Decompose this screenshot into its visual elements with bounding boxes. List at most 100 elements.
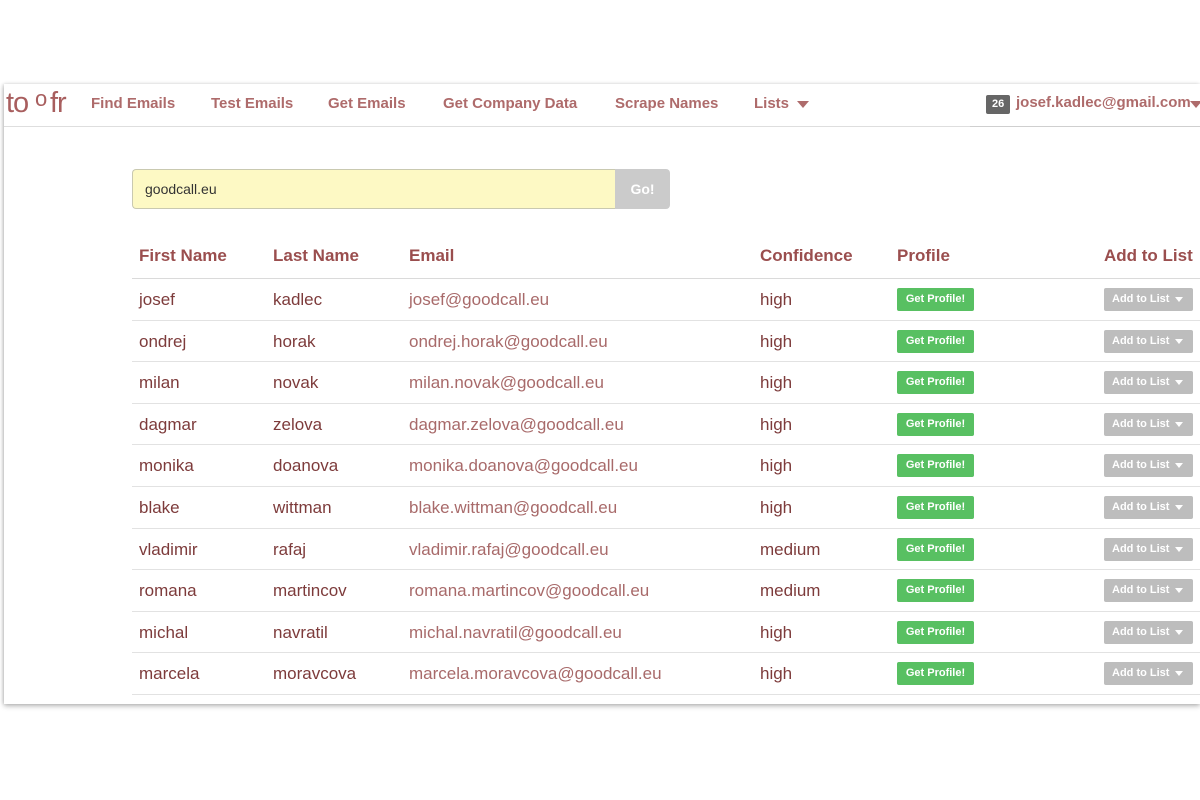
email-link[interactable]: michal.navratil@goodcall.eu bbox=[409, 623, 622, 643]
first-name-cell: vladimir bbox=[139, 539, 198, 559]
email-link[interactable]: marcela.moravcova@goodcall.eu bbox=[409, 664, 662, 684]
add-to-list-dropdown[interactable]: Add to List bbox=[1104, 329, 1193, 353]
table-row: romana martincov romana.martincov@goodcall… bbox=[132, 570, 1200, 612]
chevron-down-icon bbox=[1175, 380, 1183, 386]
add-to-list-label: Add to List bbox=[1112, 667, 1170, 680]
table-row: blake wittman blake.wittman@goodcall.eu hig… bbox=[132, 487, 1200, 529]
nav-lists-dropdown[interactable]: Lists bbox=[754, 95, 810, 112]
chevron-down-icon bbox=[797, 100, 810, 108]
toofr-logo[interactable]: to o fr toofr bbox=[6, 86, 72, 126]
email-link[interactable]: milan.novak@goodcall.eu bbox=[409, 373, 604, 393]
add-to-list-dropdown[interactable]: Add to List bbox=[1104, 537, 1193, 561]
add-to-list-dropdown[interactable]: Add to List bbox=[1104, 495, 1193, 519]
last-name-cell: novak bbox=[273, 373, 319, 393]
nav-get-emails[interactable]: Get Emails bbox=[328, 95, 406, 112]
add-to-list-dropdown[interactable]: Add to List bbox=[1104, 371, 1193, 395]
last-name-cell: zelova bbox=[273, 414, 323, 434]
first-name-cell: romana bbox=[139, 581, 197, 601]
email-link[interactable]: dagmar.zelova@goodcall.eu bbox=[409, 415, 624, 435]
add-to-list-label: Add to List bbox=[1112, 376, 1170, 389]
nav-lists-label: Lists bbox=[754, 95, 790, 112]
results-table-body: josef kadlec josef@goodcall.eu high Get Prof… bbox=[132, 279, 1200, 695]
domain-search-input[interactable] bbox=[132, 169, 616, 209]
add-to-list-label: Add to List bbox=[1112, 293, 1170, 305]
table-row: josef kadlec josef@goodcall.eu high Get Prof… bbox=[132, 279, 1200, 321]
email-link[interactable]: ondrej.horak@goodcall.eu bbox=[409, 332, 608, 352]
last-name-cell: wittman bbox=[273, 497, 332, 517]
table-row: dagmar zelova dagmar.zelova@goodcall.eu hig… bbox=[132, 404, 1200, 446]
add-to-list-label: Add to List bbox=[1112, 334, 1170, 347]
logo-wordmark: to o fr bbox=[6, 86, 68, 119]
chevron-down-icon bbox=[1175, 297, 1183, 302]
confidence-cell: medium bbox=[760, 539, 821, 559]
table-row: marcela moravcova marcela.moravcova@goodca… bbox=[132, 653, 1200, 695]
get-profile-button[interactable]: Get Profile! bbox=[897, 620, 974, 644]
nav-test-emails[interactable]: Test Emails bbox=[211, 95, 293, 112]
column-header-add-to-list: Add to List bbox=[1104, 246, 1193, 265]
get-profile-button[interactable]: Get Profile! bbox=[897, 495, 974, 519]
first-name-cell: blake bbox=[139, 497, 180, 517]
confidence-cell: high bbox=[760, 622, 793, 642]
nav-scrape-names[interactable]: Scrape Names bbox=[615, 95, 718, 112]
confidence-cell: high bbox=[760, 664, 793, 684]
column-header-confidence: Confidence bbox=[760, 246, 853, 265]
first-name-cell: dagmar bbox=[139, 414, 197, 434]
first-name-cell: ondrej bbox=[139, 331, 187, 351]
credit-count-badge: 26 bbox=[986, 95, 1011, 114]
table-row: vladimir rafaj vladimir.rafaj@goodcall.eu m… bbox=[132, 529, 1200, 571]
table-row: ondrej horak ondrej.horak@goodcall.eu high G… bbox=[132, 321, 1200, 363]
chevron-down-icon bbox=[1175, 546, 1183, 552]
nav-get-company-data[interactable]: Get Company Data bbox=[443, 95, 577, 112]
first-name-cell: josef bbox=[139, 290, 175, 309]
confidence-cell: high bbox=[760, 497, 793, 517]
last-name-cell: martincov bbox=[273, 581, 347, 601]
get-profile-button[interactable]: Get Profile! bbox=[897, 662, 974, 686]
chevron-down-icon bbox=[1175, 629, 1183, 635]
column-header-last-name: Last Name bbox=[273, 246, 359, 265]
add-to-list-label: Add to List bbox=[1112, 500, 1170, 513]
get-profile-button[interactable]: Get Profile! bbox=[897, 537, 974, 561]
user-menu[interactable]: 26 josef.kadlec@gmail.com bbox=[970, 84, 1200, 127]
email-link[interactable]: blake.wittman@goodcall.eu bbox=[409, 498, 617, 518]
table-row: michal navratil michal.navratil@goodcall.e… bbox=[132, 612, 1200, 654]
add-to-list-label: Add to List bbox=[1112, 417, 1170, 430]
confidence-cell: high bbox=[760, 331, 793, 351]
confidence-cell: high bbox=[760, 373, 793, 393]
get-profile-button[interactable]: Get Profile! bbox=[897, 454, 974, 478]
confidence-cell: high bbox=[760, 414, 793, 434]
chevron-down-icon bbox=[1190, 101, 1200, 108]
confidence-cell: high bbox=[760, 290, 793, 309]
nav-find-emails[interactable]: Find Emails bbox=[91, 95, 175, 112]
add-to-list-dropdown[interactable]: Add to List bbox=[1104, 662, 1193, 686]
add-to-list-label: Add to List bbox=[1112, 625, 1170, 638]
column-header-email: Email bbox=[409, 246, 455, 265]
get-profile-button[interactable]: Get Profile! bbox=[897, 288, 974, 311]
get-profile-button[interactable]: Get Profile! bbox=[897, 412, 974, 436]
chevron-down-icon bbox=[1175, 463, 1183, 469]
get-profile-button[interactable]: Get Profile! bbox=[897, 329, 974, 353]
add-to-list-dropdown[interactable]: Add to List bbox=[1104, 288, 1193, 311]
last-name-cell: navratil bbox=[273, 622, 328, 642]
confidence-cell: medium bbox=[760, 581, 821, 601]
first-name-cell: monika bbox=[139, 456, 194, 476]
get-profile-button[interactable]: Get Profile! bbox=[897, 579, 974, 603]
svg-text:to: to bbox=[6, 87, 28, 118]
add-to-list-label: Add to List bbox=[1112, 584, 1170, 597]
email-link[interactable]: monika.doanova@goodcall.eu bbox=[409, 456, 638, 476]
add-to-list-dropdown[interactable]: Add to List bbox=[1104, 579, 1193, 603]
app-window: to o fr toofr Find Emails Test Emails Ge… bbox=[4, 84, 1200, 704]
email-link[interactable]: josef@goodcall.eu bbox=[409, 290, 549, 310]
svg-text:o: o bbox=[35, 86, 47, 111]
add-to-list-dropdown[interactable]: Add to List bbox=[1104, 620, 1193, 644]
first-name-cell: michal bbox=[139, 622, 189, 642]
get-profile-button[interactable]: Get Profile! bbox=[897, 371, 974, 395]
chevron-down-icon bbox=[1175, 588, 1183, 594]
add-to-list-dropdown[interactable]: Add to List bbox=[1104, 412, 1193, 436]
go-button[interactable]: Go! bbox=[615, 169, 670, 209]
email-link[interactable]: vladimir.rafaj@goodcall.eu bbox=[409, 540, 609, 560]
add-to-list-dropdown[interactable]: Add to List bbox=[1104, 454, 1193, 478]
last-name-cell: kadlec bbox=[273, 290, 323, 309]
user-email: josef.kadlec@gmail.com bbox=[1016, 94, 1191, 111]
email-link[interactable]: romana.martincov@goodcall.eu bbox=[409, 581, 649, 601]
svg-text:fr: fr bbox=[50, 87, 67, 118]
